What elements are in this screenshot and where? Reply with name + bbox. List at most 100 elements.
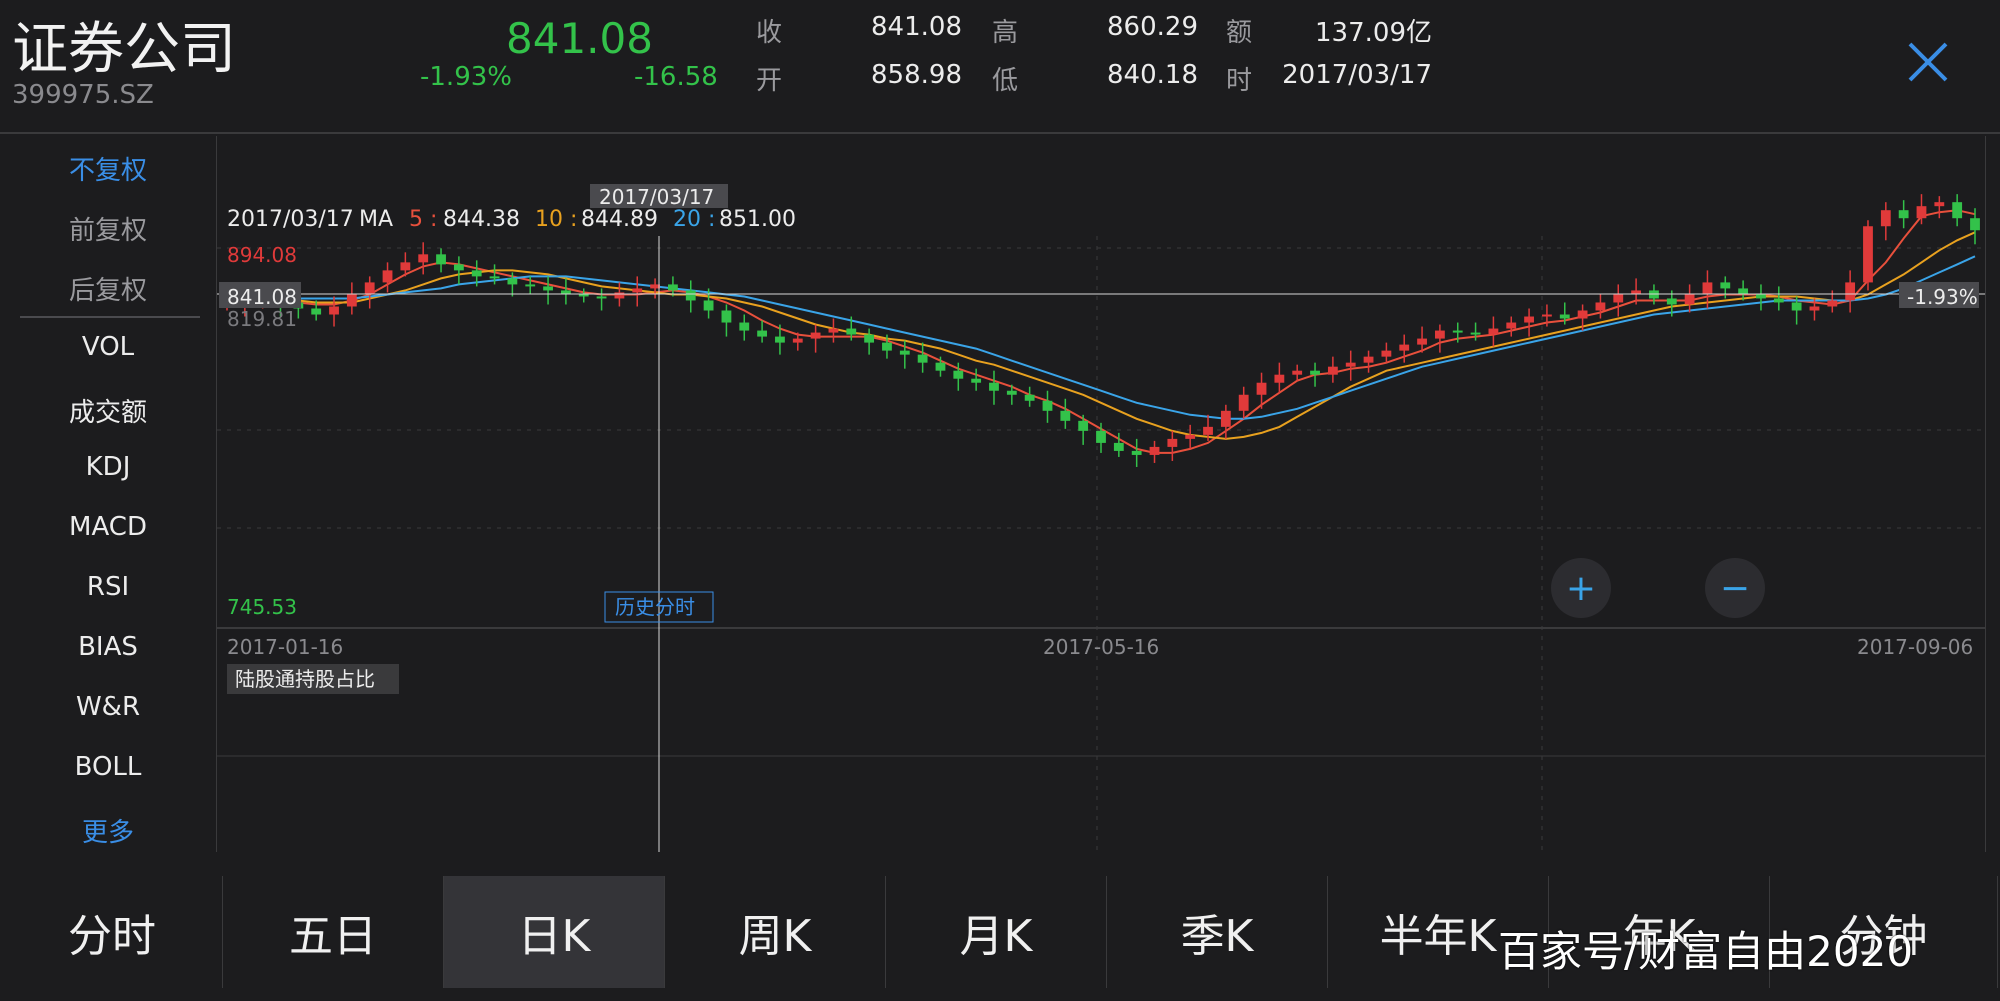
sidebar-item-forward-adjust[interactable]: 前复权 (0, 210, 216, 247)
candle (1274, 362, 1285, 393)
tab-intraday[interactable]: 分时 (2, 876, 223, 988)
amount-value: 137.09亿 (1315, 18, 1432, 48)
min-price-label: 745.53 (227, 595, 297, 619)
tab-monthly-k[interactable]: 月K (886, 876, 1107, 988)
amount-label: 额 (1226, 18, 1253, 48)
candles (222, 194, 1980, 467)
price-tag: 841.08 (227, 285, 297, 309)
zoom-in-button[interactable]: + (1551, 558, 1611, 618)
candle (453, 256, 464, 285)
candle (1024, 386, 1035, 407)
sidebar-item-vol[interactable]: VOL (0, 332, 216, 362)
history-intraday-label: 历史分时 (615, 595, 695, 619)
candle (1381, 342, 1392, 363)
candle (1863, 220, 1873, 291)
candle (1773, 286, 1784, 311)
candle (1613, 284, 1624, 317)
ma-lines (226, 209, 1976, 454)
candle (1149, 440, 1160, 463)
kline-svg[interactable]: 2017/03/17 MA 5 : 844.38 10 : 844.89 20 … (217, 136, 1985, 852)
ma5-line (226, 209, 1976, 454)
candle (685, 280, 696, 313)
ma-label: MA (359, 207, 393, 232)
close-label: 收 (756, 18, 783, 48)
candle (971, 368, 982, 391)
sidebar-item-no-adjust[interactable]: 不复权 (0, 150, 216, 187)
candle (1684, 284, 1695, 313)
ma20-line (227, 255, 1976, 420)
zoom-out-icon: − (1720, 568, 1750, 609)
candle (917, 342, 928, 373)
pct-tag: -1.93% (1907, 285, 1978, 309)
candle (1042, 390, 1053, 423)
candle (560, 278, 571, 305)
candle (1845, 270, 1856, 313)
close-button[interactable] (1904, 38, 1952, 86)
candle (596, 288, 607, 311)
ma10-key: 10 : (535, 207, 577, 232)
date-label-mid: 2017-05-16 (1043, 635, 1159, 659)
candle (346, 282, 357, 315)
ma20-value: 851.00 (719, 207, 796, 232)
sidebar-item-more[interactable]: 更多 (0, 812, 216, 849)
candle (1434, 324, 1445, 353)
sidebar-item-rsi[interactable]: RSI (0, 572, 216, 602)
candle (1524, 308, 1534, 337)
sidebar-item-wr[interactable]: W&R (0, 692, 216, 722)
open-value: 858.98 (871, 60, 962, 90)
candle (864, 328, 875, 355)
stock-code: 399975.SZ (12, 80, 154, 110)
candle (1292, 364, 1303, 381)
tab-quarterly-k[interactable]: 季K (1107, 876, 1328, 988)
candle (1327, 356, 1338, 383)
subpanel-label: 陆股通持股占比 (235, 667, 375, 691)
candle (632, 276, 643, 307)
sidebar-item-bias[interactable]: BIAS (0, 632, 216, 662)
max-price-label: 894.08 (227, 243, 297, 267)
ma5-value: 844.38 (443, 207, 520, 232)
header-divider (0, 132, 2000, 134)
candle (1167, 430, 1178, 461)
kline-chart[interactable]: 2017/03/17 MA 5 : 844.38 10 : 844.89 20 … (216, 136, 1986, 852)
tab-weekly-k[interactable]: 周K (665, 876, 886, 988)
candle (364, 276, 375, 309)
candle (1363, 350, 1374, 373)
sidebar-divider (20, 316, 200, 318)
watermark: 百家号/财富自由2020 (1498, 927, 1914, 976)
candle (1060, 398, 1071, 429)
zoom-out-button[interactable]: − (1705, 558, 1765, 618)
sidebar-item-kdj[interactable]: KDJ (0, 452, 216, 482)
sidebar-item-boll[interactable]: BOLL (0, 752, 216, 782)
candle (329, 296, 339, 327)
sidebar-item-backward-adjust[interactable]: 后复权 (0, 270, 216, 307)
candle (578, 288, 589, 303)
close-value: 841.08 (871, 12, 962, 42)
info-date: 2017/03/17 (227, 207, 354, 232)
sidebar-item-turnover[interactable]: 成交额 (0, 392, 216, 429)
candle (1506, 316, 1517, 337)
change-percent: -1.93% (420, 62, 512, 92)
quote-header: 证券公司 399975.SZ 841.08 -1.93% -16.58 收 84… (0, 0, 2000, 132)
history-intraday-button[interactable]: 历史分时 (604, 591, 714, 623)
candle (1898, 200, 1909, 229)
candle (1952, 194, 1963, 227)
cursor-date: 2017/03/17 (599, 185, 714, 209)
candle (1131, 438, 1142, 467)
candle (1595, 294, 1606, 319)
high-label: 高 (992, 18, 1019, 48)
open-label: 开 (756, 66, 783, 96)
chart-grid (217, 236, 1985, 852)
candle (1880, 202, 1891, 241)
candle (1934, 196, 1945, 219)
date-label-start: 2017-01-16 (227, 635, 343, 659)
candle (1756, 284, 1766, 311)
time-value: 2017/03/17 (1282, 60, 1432, 90)
candle (739, 314, 750, 341)
candle (418, 242, 429, 275)
tab-five-day[interactable]: 五日 (223, 876, 444, 988)
indicator-sidebar: 不复权 前复权 后复权 VOL 成交额 KDJ MACD RSI BIAS W&… (0, 134, 216, 854)
change-amount: -16.58 (634, 62, 718, 92)
current-price: 841.08 (506, 14, 653, 63)
tab-daily-k[interactable]: 日K (444, 876, 665, 988)
sidebar-item-macd[interactable]: MACD (0, 512, 216, 542)
